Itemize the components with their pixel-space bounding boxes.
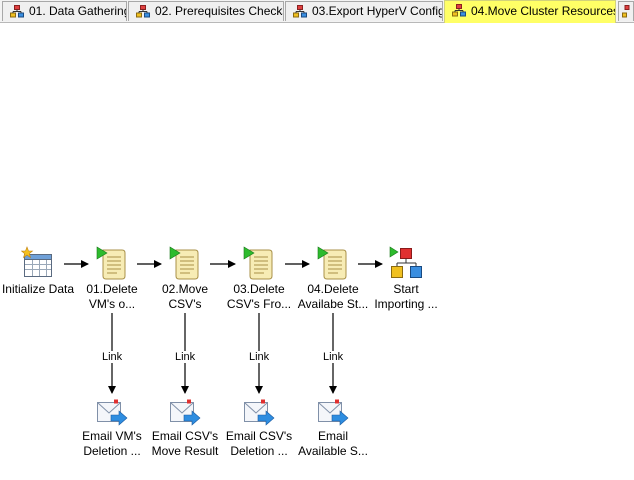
- activity-01-delete-vms[interactable]: [95, 245, 129, 281]
- activity-03-delete-csvs[interactable]: [242, 245, 276, 281]
- runbook-icon: [10, 5, 24, 18]
- activity-label: Start Importing ...: [374, 282, 438, 311]
- runbook-icon: [452, 4, 466, 17]
- activity-email-csvs-move-result[interactable]: [168, 398, 202, 428]
- activity-start-importing[interactable]: [389, 245, 423, 281]
- tab-label: 01. Data Gathering: [29, 4, 127, 18]
- activity-email-vms-deletion[interactable]: [95, 398, 129, 428]
- email-icon: [244, 399, 275, 426]
- runbook-icon: [293, 5, 307, 18]
- script-icon: [317, 246, 347, 280]
- link-label: Link: [322, 351, 345, 363]
- runbook-tab-bar: 01. Data Gathering 02. Prerequisites Che…: [0, 0, 634, 23]
- activity-initialize-data[interactable]: [20, 246, 55, 280]
- email-icon: [318, 399, 349, 426]
- tab-overflow[interactable]: [618, 1, 634, 21]
- activity-02-move-csvs[interactable]: [168, 245, 202, 281]
- script-icon: [96, 246, 126, 280]
- tab-label: 02. Prerequisites Checks: [155, 4, 284, 18]
- activity-label: Email Available S...: [298, 429, 368, 458]
- script-icon: [169, 246, 199, 280]
- link-label: Link: [101, 351, 124, 363]
- tab-label: 03.Export HyperV Config: [312, 4, 443, 18]
- email-icon: [97, 399, 128, 426]
- email-icon: [170, 399, 201, 426]
- link-label: Link: [248, 351, 271, 363]
- tab-04-move-cluster-resources[interactable]: 04.Move Cluster Resources: [444, 0, 616, 23]
- tab-label: 04.Move Cluster Resources: [471, 4, 616, 18]
- start-runbook-icon: [389, 246, 422, 278]
- activity-email-available-storage[interactable]: [316, 398, 350, 428]
- runbook-designer-canvas[interactable]: Link Link Link Link Initialize Data 01.D…: [0, 23, 634, 480]
- tab-02-prerequisites-checks[interactable]: 02. Prerequisites Checks: [128, 1, 284, 21]
- tab-01-data-gathering[interactable]: 01. Data Gathering: [2, 1, 127, 21]
- activity-04-delete-available-storage[interactable]: [316, 245, 350, 281]
- runbook-icon: [622, 5, 630, 18]
- link-label: Link: [174, 351, 197, 363]
- initialize-data-icon: [20, 246, 52, 277]
- script-icon: [243, 246, 273, 280]
- tab-03-export-hyperv-config[interactable]: 03.Export HyperV Config: [285, 1, 443, 21]
- activity-email-csvs-deletion[interactable]: [242, 398, 276, 428]
- runbook-icon: [136, 5, 150, 18]
